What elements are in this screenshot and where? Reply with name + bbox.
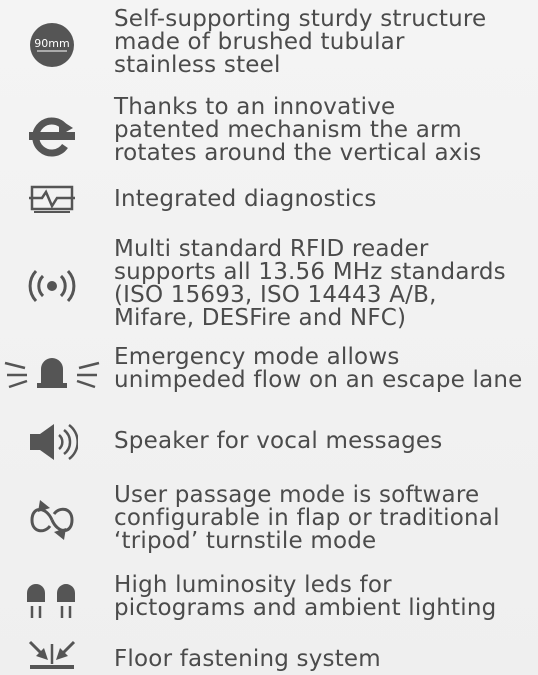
- speaker-icon: [0, 420, 104, 464]
- feature-item: Multi standard RFID reader supports all …: [0, 234, 538, 340]
- floor-fastening-icon: [0, 638, 104, 672]
- feature-text: Emergency mode allows unimpeded flow on …: [114, 344, 523, 393]
- feature-item: Floor fastening system: [0, 636, 538, 675]
- feature-text: Floor fastening system: [114, 646, 381, 672]
- rotation-icon: [0, 114, 104, 158]
- feature-text: Thanks to an innovative patented mechani…: [114, 94, 482, 166]
- feature-item: High luminosity leds for pictograms and …: [0, 570, 538, 628]
- feature-text: Speaker for vocal messages: [114, 428, 443, 454]
- rfid-icon: [0, 264, 104, 308]
- tube-diameter-label: 90mm: [34, 37, 69, 50]
- emergency-light-icon: [0, 348, 104, 394]
- passage-mode-icon: [0, 498, 104, 542]
- feature-text: Multi standard RFID reader supports all …: [114, 236, 506, 331]
- led-icon: [0, 578, 104, 622]
- feature-item: Thanks to an innovative patented mechani…: [0, 92, 538, 172]
- tube-diameter-icon: 90mm: [0, 20, 104, 70]
- feature-text: User passage mode is software configurab…: [114, 482, 500, 554]
- feature-text: Integrated diagnostics: [114, 186, 377, 212]
- feature-item: Emergency mode allows unimpeded flow on …: [0, 342, 538, 398]
- feature-text: High luminosity leds for pictograms and …: [114, 572, 497, 621]
- feature-item: 90mm Self-supporting sturdy structure ma…: [0, 0, 538, 92]
- feature-text: Self-supporting sturdy structure made of…: [114, 6, 487, 78]
- diagnostics-icon: [0, 182, 104, 216]
- feature-item: User passage mode is software configurab…: [0, 478, 538, 558]
- feature-item: Integrated diagnostics: [0, 174, 538, 222]
- feature-item: Speaker for vocal messages: [0, 418, 538, 468]
